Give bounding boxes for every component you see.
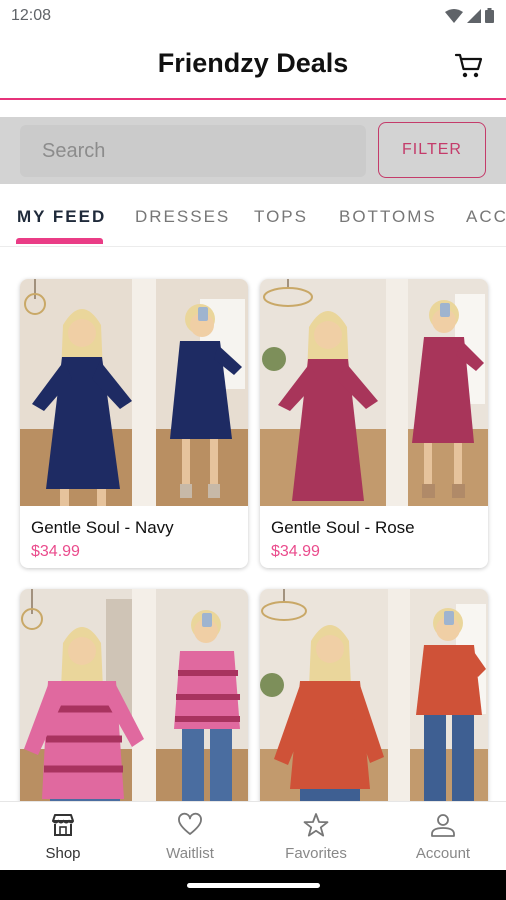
product-image <box>260 279 488 506</box>
store-icon <box>52 814 74 836</box>
product-price: $34.99 <box>271 543 320 560</box>
tab-indicator <box>16 238 103 244</box>
heart-icon <box>178 812 202 835</box>
tab-accessories[interactable]: ACC <box>466 207 506 227</box>
product-name: Gentle Soul - Rose <box>271 518 415 537</box>
nav-shop[interactable]: Shop <box>0 802 126 871</box>
nav-account[interactable]: Account <box>380 802 506 871</box>
product-image <box>20 279 248 506</box>
star-icon <box>303 813 329 837</box>
system-gesture-bar <box>0 870 506 900</box>
product-card[interactable]: Gentle Soul - Navy $34.99 <box>20 279 248 568</box>
status-time: 12:08 <box>11 7 52 24</box>
tab-my-feed[interactable]: MY FEED <box>17 207 106 227</box>
search-input[interactable]: Search <box>20 125 366 177</box>
battery-icon <box>485 8 494 23</box>
product-price: $34.99 <box>31 543 80 560</box>
cart-icon[interactable] <box>454 50 484 80</box>
app-title: Friendzy Deals <box>157 48 349 78</box>
person-icon <box>431 814 455 837</box>
status-icons <box>445 8 494 23</box>
nav-label: Favorites <box>285 845 347 862</box>
nav-label: Waitlist <box>166 845 214 862</box>
header-divider <box>0 98 506 100</box>
filter-button[interactable]: FILTER <box>378 122 486 178</box>
wifi-icon <box>445 8 463 23</box>
bottom-nav: Shop Waitlist Favorites Account <box>0 801 506 871</box>
app-bar: Friendzy Deals <box>0 32 506 98</box>
product-card[interactable]: Gentle Soul - Rose $34.99 <box>260 279 488 568</box>
nav-waitlist[interactable]: Waitlist <box>127 802 253 871</box>
product-image <box>20 589 248 816</box>
signal-icon <box>467 8 481 23</box>
nav-label: Account <box>415 845 471 862</box>
nav-label: Shop <box>45 845 81 862</box>
product-image <box>260 589 488 816</box>
tab-tops[interactable]: TOPS <box>254 207 308 227</box>
product-name: Gentle Soul - Navy <box>31 518 174 537</box>
home-gesture-handle[interactable] <box>187 883 320 888</box>
tab-dresses[interactable]: DRESSES <box>135 207 230 227</box>
nav-favorites[interactable]: Favorites <box>253 802 379 871</box>
category-tabs: MY FEED DRESSES TOPS BOTTOMS ACC <box>0 190 506 247</box>
status-bar: 12:08 <box>0 0 506 32</box>
tab-bottoms[interactable]: BOTTOMS <box>339 207 437 227</box>
